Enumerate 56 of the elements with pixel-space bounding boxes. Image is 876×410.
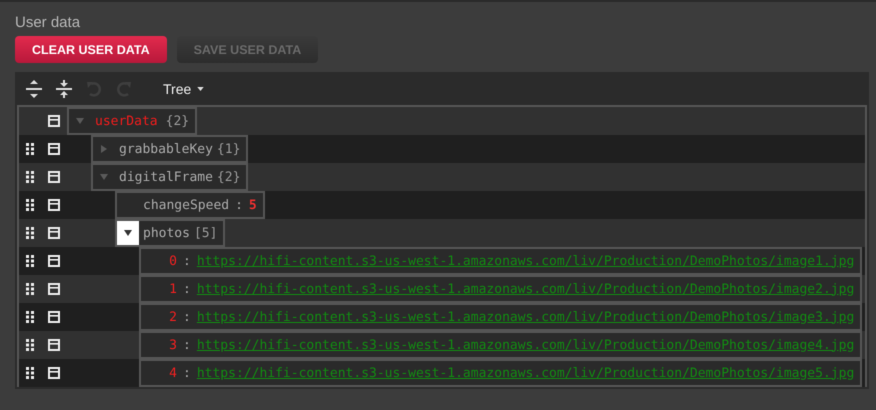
context-menu-icon[interactable] xyxy=(48,311,60,323)
index-label: 3 xyxy=(168,338,177,352)
caret-icon xyxy=(75,116,85,126)
separator-colon: : xyxy=(183,254,191,268)
caret-icon xyxy=(99,144,109,154)
drag-handle-icon[interactable] xyxy=(26,199,34,211)
count-label: {2} xyxy=(216,170,240,184)
drag-handle-icon[interactable] xyxy=(26,255,34,267)
drag-handle-icon[interactable] xyxy=(26,339,34,351)
caret-icon xyxy=(99,172,109,182)
url-link[interactable]: https://hifi-content.s3-us-west-1.amazonaws.com/liv/Production/DemoPhotos/image5.jpg xyxy=(196,366,854,380)
key-label: digitalFrame xyxy=(119,170,213,184)
url-link[interactable]: https://hifi-content.s3-us-west-1.amazonaws.com/liv/Production/DemoPhotos/image1.jpg xyxy=(196,254,854,268)
separator-colon: : xyxy=(183,338,191,352)
context-menu-icon[interactable] xyxy=(48,283,60,295)
separator-colon: : xyxy=(183,310,191,324)
drag-handle-icon[interactable] xyxy=(26,311,34,323)
url-link[interactable]: https://hifi-content.s3-us-west-1.amazonaws.com/liv/Production/DemoPhotos/image2.jpg xyxy=(196,282,854,296)
clear-button[interactable]: CLEAR USER DATA xyxy=(15,36,167,63)
drag-handle-icon[interactable] xyxy=(26,171,34,183)
key-label: grabbableKey xyxy=(119,142,213,156)
context-menu-icon[interactable] xyxy=(48,339,60,351)
context-menu-icon[interactable] xyxy=(48,143,60,155)
index-label: 2 xyxy=(168,310,177,324)
key-label: photos xyxy=(143,226,190,240)
separator-colon: : xyxy=(235,198,243,212)
drag-handle-icon[interactable] xyxy=(26,283,34,295)
index-label: 0 xyxy=(168,254,177,268)
separator-colon: : xyxy=(183,282,191,296)
drag-handle-icon[interactable] xyxy=(26,367,34,379)
url-link[interactable]: https://hifi-content.s3-us-west-1.amazonaws.com/liv/Production/DemoPhotos/image3.jpg xyxy=(196,310,854,324)
context-menu-icon[interactable] xyxy=(48,115,60,127)
value-text: 5 xyxy=(248,198,257,212)
caret-icon xyxy=(123,228,133,238)
index-label: 1 xyxy=(168,282,177,296)
key-label: userData xyxy=(95,114,158,128)
separator-colon: : xyxy=(183,366,191,380)
expand-all-icon[interactable] xyxy=(25,80,43,98)
count-label: {2} xyxy=(166,114,190,128)
count-label: [5] xyxy=(194,226,218,240)
drag-handle-icon[interactable] xyxy=(26,143,34,155)
count-label: {1} xyxy=(216,142,240,156)
toggle-button[interactable] xyxy=(117,221,139,245)
context-menu-icon[interactable] xyxy=(48,255,60,267)
collapse-all-icon[interactable] xyxy=(55,80,73,98)
mode-dropdown[interactable]: Tree xyxy=(163,80,204,96)
context-menu-icon[interactable] xyxy=(48,367,60,379)
section-title: User data xyxy=(15,14,82,33)
drag-handle-icon[interactable] xyxy=(26,227,34,239)
url-link[interactable]: https://hifi-content.s3-us-west-1.amazonaws.com/liv/Production/DemoPhotos/image4.jpg xyxy=(196,338,854,352)
index-label: 4 xyxy=(168,366,177,380)
context-menu-icon[interactable] xyxy=(48,171,60,183)
context-menu-icon[interactable] xyxy=(48,227,60,239)
context-menu-icon[interactable] xyxy=(48,199,60,211)
caret-icon xyxy=(197,86,204,90)
key-label: changeSpeed xyxy=(143,198,230,212)
